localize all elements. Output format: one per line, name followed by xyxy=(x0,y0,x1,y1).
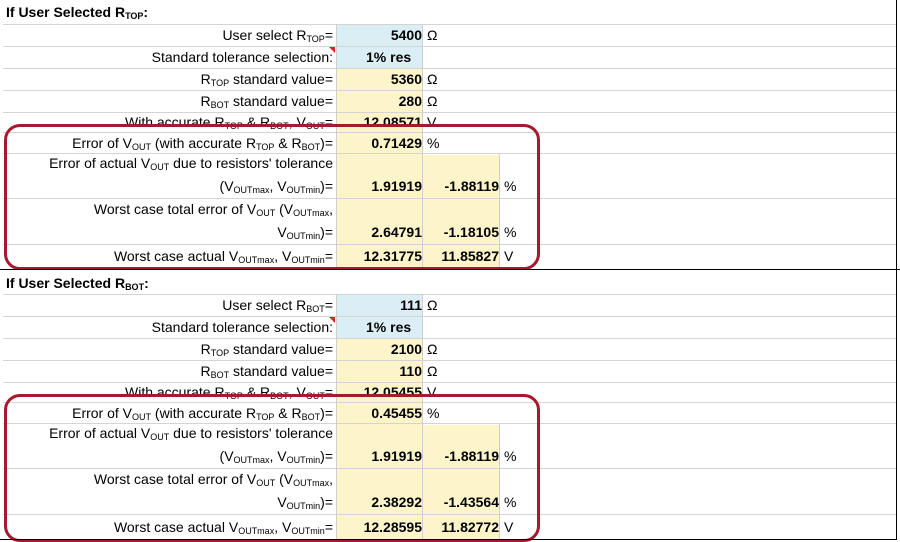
sheet-border xyxy=(0,0,897,540)
spreadsheet: If User Selected RTOP: User select RTOP=… xyxy=(0,0,900,542)
